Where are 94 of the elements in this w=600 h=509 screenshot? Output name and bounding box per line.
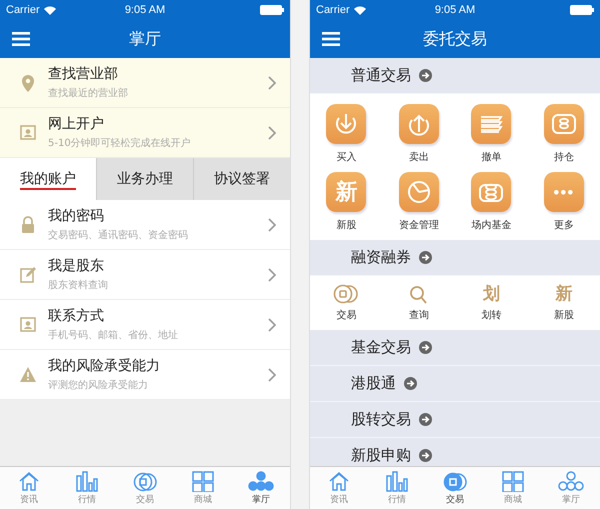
- chevron-icon: [268, 318, 276, 332]
- clock-time: 9:05 AM: [124, 4, 166, 16]
- chevron-icon: [268, 368, 276, 382]
- item-label: 交易: [336, 308, 356, 322]
- tile-label: 买入: [336, 150, 356, 164]
- tile-button[interactable]: [544, 172, 584, 212]
- arrow-right-icon: [419, 69, 432, 82]
- chevron-icon: [268, 218, 276, 232]
- grid-icon: [191, 470, 215, 492]
- screen-title: 掌厅: [129, 28, 161, 50]
- chevron-icon: [268, 76, 276, 90]
- list-row[interactable]: 我是股东 股东资料查询: [0, 250, 290, 300]
- list-row[interactable]: 查找营业部 查找最近的营业部: [0, 58, 290, 108]
- list-row[interactable]: 联系方式 手机号码、邮箱、省份、地址: [0, 300, 290, 350]
- home-icon: [327, 470, 351, 492]
- chevron-icon: [268, 268, 276, 282]
- section-title: 基金交易: [351, 338, 411, 357]
- battery-icon: [570, 5, 594, 15]
- menu-button[interactable]: [322, 32, 342, 46]
- row-subtitle: 查找最近的营业部: [48, 86, 129, 100]
- nodes-icon: [248, 470, 274, 492]
- item-label: 新股: [554, 308, 574, 322]
- row-title: 我的密码: [48, 207, 105, 225]
- arrow-right-icon: [419, 341, 432, 354]
- tile-label: 场内基金: [471, 218, 512, 232]
- tile-button[interactable]: [471, 172, 512, 212]
- nodes-icon: [558, 470, 584, 492]
- id-card-icon: [20, 124, 36, 142]
- arrow-right-icon: [404, 377, 417, 390]
- tile-label: 资金管理: [398, 219, 439, 232]
- more-icon: [554, 190, 574, 194]
- tab-bar-item[interactable]: 交易: [426, 467, 484, 509]
- menu-icon: [322, 32, 340, 46]
- menu-button[interactable]: [12, 32, 32, 46]
- bar-chart-icon: [385, 470, 409, 492]
- list-row[interactable]: 我的风险承受能力 评测您的风险承受能力: [0, 350, 290, 400]
- tile-label: 新股: [336, 218, 356, 232]
- item-label: 查询: [408, 308, 429, 322]
- segment-tab[interactable]: 我的账户: [0, 158, 96, 200]
- row-subtitle: 手机号码、邮箱、省份、地址: [48, 328, 179, 342]
- clock-time: 9:05 AM: [434, 4, 476, 16]
- battery-icon: [260, 5, 284, 15]
- tile-label: 持仓: [554, 150, 574, 164]
- coins-icon: [133, 470, 157, 492]
- row-title: 我是股东: [48, 257, 105, 275]
- tab-bar-item[interactable]: 商城: [174, 467, 232, 509]
- tile-button[interactable]: [471, 104, 512, 144]
- tile-label: 撤单: [481, 150, 502, 164]
- wifi-icon: [354, 6, 366, 14]
- row-subtitle: 5-10分钟即可轻松完成在线开户: [48, 136, 192, 150]
- row-subtitle: 股东资料查询: [48, 278, 109, 292]
- list-row[interactable]: 网上开户 5-10分钟即可轻松完成在线开户: [0, 108, 290, 158]
- tile-button[interactable]: [326, 104, 366, 144]
- carrier-label: Carrier: [6, 4, 40, 16]
- row-title: 查找营业部: [48, 65, 119, 83]
- tile-button[interactable]: [398, 172, 439, 212]
- arrow-right-icon: [419, 413, 432, 426]
- tile-label: 卖出: [408, 150, 429, 164]
- coins-icon: [443, 470, 467, 492]
- screen-title: 委托交易: [423, 28, 487, 50]
- tab-bar-item[interactable]: 掌厅: [232, 467, 290, 509]
- tab-bar-item[interactable]: 商城: [484, 467, 542, 509]
- section-title: 融资融券: [351, 248, 411, 267]
- row-title: 联系方式: [48, 307, 105, 325]
- id-card-icon: [20, 316, 36, 334]
- section-title: 普通交易: [351, 66, 411, 85]
- carrier-label: Carrier: [316, 4, 350, 16]
- tile-label: 更多: [554, 219, 574, 232]
- home-icon: [17, 470, 41, 492]
- chevron-icon: [268, 126, 276, 140]
- section-title: 新股申购: [351, 446, 411, 465]
- row-subtitle: 交易密码、通讯密码、资金密码: [48, 228, 189, 242]
- section-title: 港股通: [351, 374, 396, 393]
- row-subtitle: 评测您的风险承受能力: [48, 378, 149, 392]
- arrow-right-icon: [419, 449, 432, 462]
- wifi-icon: [44, 6, 56, 14]
- bar-chart-icon: [75, 470, 99, 492]
- edit-icon: [20, 266, 36, 284]
- coins-icon: [332, 284, 360, 304]
- pin-icon: [20, 74, 36, 92]
- tab-bar-item[interactable]: 行情: [368, 467, 426, 509]
- section-title: 股转交易: [351, 410, 411, 429]
- tab-bar-item[interactable]: 行情: [58, 467, 116, 509]
- tile-button[interactable]: [398, 104, 439, 144]
- tile-button[interactable]: [544, 104, 584, 144]
- grid-icon: [501, 470, 525, 492]
- lock-icon: [20, 216, 36, 234]
- row-title: 网上开户: [48, 115, 105, 133]
- arrow-right-icon: [419, 251, 432, 264]
- menu-icon: [12, 32, 30, 46]
- list-row[interactable]: 我的密码 交易密码、通讯密码、资金密码: [0, 200, 290, 250]
- warning-icon: [20, 366, 36, 384]
- item-label: 划转: [481, 308, 502, 322]
- row-title: 我的风险承受能力: [48, 357, 161, 375]
